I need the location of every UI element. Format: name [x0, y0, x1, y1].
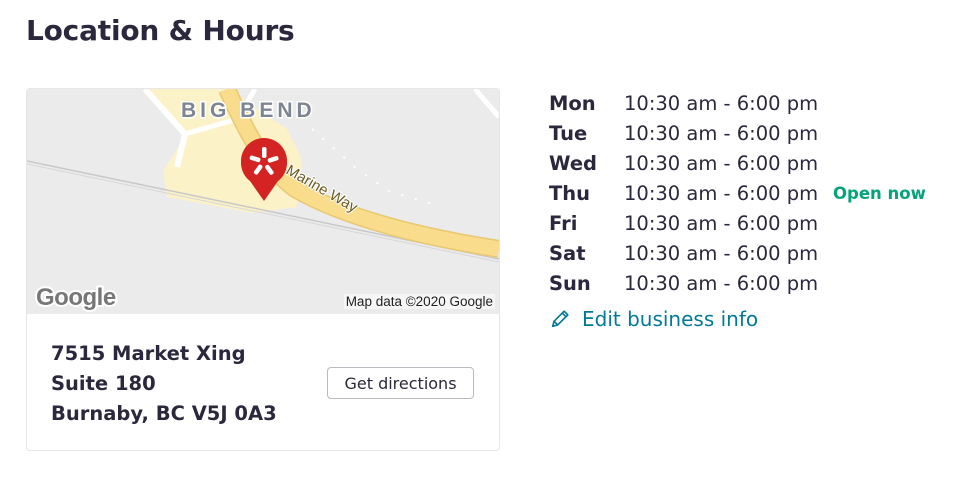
get-directions-button[interactable]: Get directions: [327, 367, 474, 399]
hours-time: 10:30 am - 6:00 pm: [624, 151, 819, 175]
map-image[interactable]: BIG BEND Marine Way Google: [27, 89, 499, 314]
edit-business-info-link[interactable]: Edit business info: [549, 307, 758, 331]
hours-time: 10:30 am - 6:00 pm: [624, 271, 819, 295]
open-status: [833, 118, 926, 148]
edit-business-info-label: Edit business info: [582, 307, 759, 331]
hours-day: Sat: [549, 241, 586, 265]
hours-time: 10:30 am - 6:00 pm: [624, 121, 819, 145]
hours-day: Mon: [549, 91, 596, 115]
hours-time: 10:30 am - 6:00 pm: [624, 211, 819, 235]
hours-day: Fri: [549, 211, 578, 235]
hours-table: Mon 10:30 am - 6:00 pm Tue 10:30 am - 6:…: [549, 88, 926, 298]
map-area-label: BIG BEND: [181, 99, 316, 122]
hours-row: Mon 10:30 am - 6:00 pm: [549, 88, 926, 118]
google-logo: Google: [36, 284, 116, 311]
hours-day: Wed: [549, 151, 597, 175]
open-status: [833, 268, 926, 298]
open-status: [833, 148, 926, 178]
address-line-3: Burnaby, BC V5J 0A3: [51, 402, 277, 425]
hours-time: 10:30 am - 6:00 pm: [624, 241, 819, 265]
hours-row: Tue 10:30 am - 6:00 pm: [549, 118, 926, 148]
location-card: BIG BEND Marine Way Google Map data ©202…: [26, 88, 500, 451]
pencil-icon: [551, 310, 569, 328]
section-title: Location & Hours: [26, 14, 295, 47]
open-status: [833, 208, 926, 238]
address: 7515 Market Xing Suite 180 Burnaby, BC V…: [51, 339, 277, 429]
hours-day: Tue: [549, 121, 588, 145]
address-line-2: Suite 180: [51, 372, 156, 395]
open-status: [833, 88, 926, 118]
hours-row: Fri 10:30 am - 6:00 pm: [549, 208, 926, 238]
open-status: [833, 238, 926, 268]
map-attribution: Map data ©2020 Google: [343, 294, 495, 309]
hours-row: Sat 10:30 am - 6:00 pm: [549, 238, 926, 268]
hours-day: Thu: [549, 181, 591, 205]
address-line-1: 7515 Market Xing: [51, 342, 246, 365]
hours-row: Sun 10:30 am - 6:00 pm: [549, 268, 926, 298]
hours-row: Thu 10:30 am - 6:00 pm Open now: [549, 178, 926, 208]
hours-time: 10:30 am - 6:00 pm: [624, 181, 819, 205]
hours-day: Sun: [549, 271, 591, 295]
open-status: Open now: [833, 183, 926, 203]
hours-row: Wed 10:30 am - 6:00 pm: [549, 148, 926, 178]
hours-time: 10:30 am - 6:00 pm: [624, 91, 819, 115]
